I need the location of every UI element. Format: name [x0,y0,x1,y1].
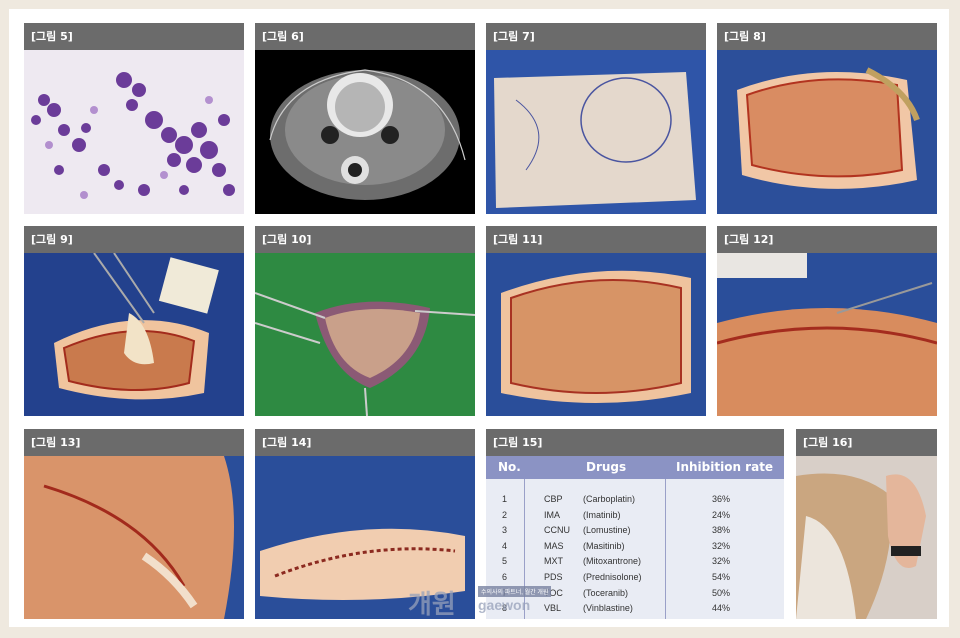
figure-5-label: [그림 5] [24,23,244,50]
table-row: 4 MAS (Masitinib) 32% [486,540,784,555]
cell-abbr: IMA [544,509,561,520]
cell-abbr: CCNU [544,525,570,536]
cell-name: (Prednisolone) [583,572,642,582]
figure-7-label: [그림 7] [486,23,706,50]
watermark-sub: gaewon [478,597,531,613]
cell-name: (Toceranib) [583,587,629,598]
cell-name: (Imatinib) [583,509,621,520]
cell-name: (Vinblastine) [583,603,633,614]
cell-name: (Carboplatin) [583,494,636,504]
figure-11-label: [그림 11] [486,226,706,253]
header-no: No. [498,460,521,474]
table-row: 5 MXT (Mitoxantrone) 32% [486,555,784,570]
cell-rate: 54% [712,572,731,582]
header-inhibition-rate: Inhibition rate [676,460,774,474]
cell-abbr: PDS [544,572,563,582]
cell-name: (Masitinib) [583,540,625,551]
cell-rate: 32% [712,540,731,551]
dog-postop-image [796,456,937,619]
excised-tumor-image [255,253,475,416]
figure-13-label: [그림 13] [24,429,244,456]
watermark-logo: 개원 [408,589,456,619]
cell-no: 1 [502,494,508,504]
tissue-closeup-image [717,253,937,416]
cell-rate: 44% [712,603,731,614]
figure-8-panel: [그림 8] [717,23,937,214]
cytology-image [24,50,244,214]
cell-abbr: VBL [544,603,562,614]
figure-10-panel: [그림 10] [255,226,475,416]
figure-16-panel: [그림 16] [796,429,937,619]
header-drugs: Drugs [586,460,627,474]
table-row: 3 CCNU (Lomustine) 38% [486,524,784,539]
figure-8-label: [그림 8] [717,23,937,50]
table-row: 1 CBP (Carboplatin) 36% [486,493,784,508]
cell-rate: 24% [712,509,731,520]
surgical-site-marked-image [486,50,706,214]
cell-name: (Mitoxantrone) [583,556,642,567]
figure-6-label: [그림 6] [255,23,475,50]
table-header: No. Drugs Inhibition rate [486,456,784,479]
figure-12-panel: [그림 12] [717,226,937,416]
figure-14-label: [그림 14] [255,429,475,456]
skin-incision-image [717,50,937,214]
cell-abbr: CBP [544,494,563,504]
figure-9-label: [그림 9] [24,226,244,253]
figure-16-label: [그림 16] [796,429,937,456]
figure-10-label: [그림 10] [255,226,475,253]
table-row: 2 IMA (Imatinib) 24% [486,509,784,524]
table-row: 8 VBL (Vinblastine) 44% [486,602,784,617]
cell-no: 6 [502,572,508,582]
figure-7-panel: [그림 7] [486,23,706,214]
cell-name: (Lomustine) [583,525,631,536]
cell-no: 5 [502,556,508,567]
figure-9-panel: [그림 9] [24,226,244,416]
cell-no: 3 [502,525,508,536]
cell-rate: 50% [712,587,731,598]
figure-12-label: [그림 12] [717,226,937,253]
cell-abbr: MAS [544,540,564,551]
table-row: 6 PDS (Prednisolone) 54% [486,571,784,586]
cell-rate: 38% [712,525,731,536]
cell-abbr: MXT [544,556,563,567]
subcutaneous-closure-image [24,456,244,619]
watermark-tagline: 수의사의 파트너, 월간 개원 [478,586,552,597]
figure-15-label: [그림 15] [486,429,784,456]
figure-13-panel: [그림 13] [24,429,244,619]
figure-11-panel: [그림 11] [486,226,706,416]
tumor-bed-image [486,253,706,416]
cell-rate: 36% [712,494,731,504]
cell-no: 2 [502,509,508,520]
tumor-dissection-image [24,253,244,416]
figure-5-panel: [그림 5] [24,23,244,214]
cell-rate: 32% [712,556,731,567]
cell-no: 4 [502,540,508,551]
ct-scan-image [255,50,475,214]
figure-6-panel: [그림 6] [255,23,475,214]
